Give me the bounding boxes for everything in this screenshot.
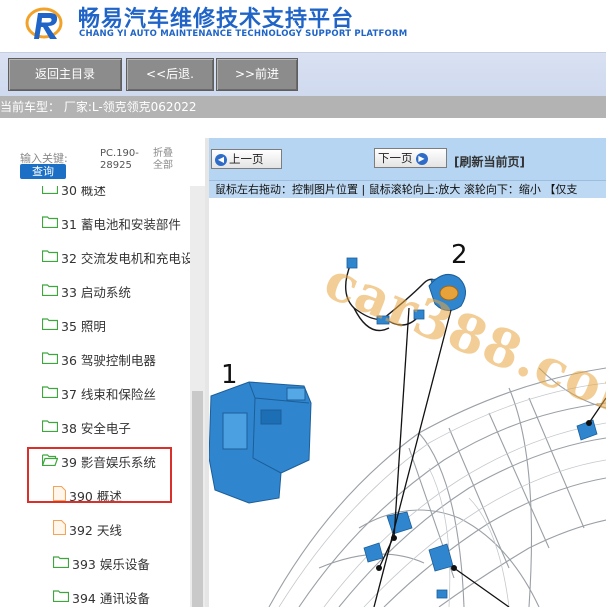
toolbar: 返回主目录 <<后退. >>前进 xyxy=(0,52,606,97)
component-diagram xyxy=(209,257,606,607)
tree-item-32[interactable]: 32 交流发电机和充电设 xyxy=(0,240,190,274)
folder-icon xyxy=(41,419,59,435)
next-page-label: 下一页 xyxy=(378,151,413,165)
r-logo-icon xyxy=(25,7,63,39)
tree-item-392[interactable]: 392 天线 xyxy=(0,512,190,546)
arrow-left-icon: ◀ xyxy=(215,153,227,166)
tree-item-35[interactable]: 35 照明 xyxy=(0,308,190,342)
tree-item-label: 32 交流发电机和充电设 xyxy=(61,250,190,266)
search-button[interactable]: 查询 xyxy=(20,164,66,179)
folder-icon xyxy=(52,589,70,605)
tree-scrollbar[interactable] xyxy=(190,186,205,607)
current-vehicle-info: 当前车型： 厂家:L-领克领克062022 xyxy=(0,96,606,118)
tree-item-label: 30 概述 xyxy=(61,186,106,198)
selection-highlight-box xyxy=(27,447,172,503)
catalog-tree: 30 概述 31 蓄电池和安装部件 32 交流发电机和充电设 33 启动系统 3… xyxy=(0,186,190,607)
usage-hint: 鼠标左右拖动：控制图片位置 | 鼠标滚轮向上:放大 滚轮向下：缩小 【仅支 xyxy=(209,180,606,198)
collapse-all-link[interactable]: 折叠全部 xyxy=(153,148,181,172)
tree-item-label: 33 启动系统 xyxy=(61,284,131,300)
tree-item-label: 394 通讯设备 xyxy=(72,590,150,606)
header: 畅易汽车维修技术支持平台 CHANG YI AUTO MAINTENANCE T… xyxy=(0,0,606,52)
tree-item-label: 31 蓄电池和安装部件 xyxy=(61,216,181,232)
prev-page-button[interactable]: ◀ 上一页 xyxy=(211,149,282,169)
refresh-page-link[interactable]: [刷新当前页] xyxy=(454,153,525,170)
module-1 xyxy=(209,381,312,504)
folder-icon xyxy=(41,385,59,401)
callout-1: 1 xyxy=(221,360,238,390)
home-button[interactable]: 返回主目录 xyxy=(8,58,122,91)
tree-list: 30 概述 31 蓄电池和安装部件 32 交流发电机和充电设 33 启动系统 3… xyxy=(0,186,190,607)
tree-item-label: 38 安全电子 xyxy=(61,420,131,436)
app-subtitle: CHANG YI AUTO MAINTENANCE TECHNOLOGY SUP… xyxy=(79,29,408,39)
tree-item-30[interactable]: 30 概述 xyxy=(0,186,190,206)
tree-item-31[interactable]: 31 蓄电池和安装部件 xyxy=(0,206,190,240)
tree-item-394[interactable]: 394 通讯设备 xyxy=(0,580,190,607)
scrollbar-thumb[interactable] xyxy=(192,391,203,607)
diagram-viewer[interactable]: 1 2 car388.com xyxy=(209,198,606,607)
tree-item-label: 393 娱乐设备 xyxy=(72,556,150,572)
folder-icon xyxy=(41,249,59,265)
pager-bar: ◀ 上一页 下一页 ▶ [刷新当前页] xyxy=(209,138,606,180)
arrow-right-icon: ▶ xyxy=(415,152,428,165)
callout-2: 2 xyxy=(451,240,468,270)
document-icon xyxy=(52,519,67,538)
back-button[interactable]: <<后退. xyxy=(126,58,214,91)
tree-item-label: 36 驾驶控制电器 xyxy=(61,352,156,368)
folder-icon xyxy=(52,555,70,571)
prev-page-label: 上一页 xyxy=(229,152,264,166)
tree-item-36[interactable]: 36 驾驶控制电器 xyxy=(0,342,190,376)
catalog-pane: 输入关键: 查询 PC.190-28925 折叠全部 30 概述 31 蓄电池和… xyxy=(0,138,205,607)
tree-item-label: 392 天线 xyxy=(69,522,122,538)
folder-icon xyxy=(41,351,59,367)
forward-button[interactable]: >>前进 xyxy=(216,58,298,91)
tree-item-38[interactable]: 38 安全电子 xyxy=(0,410,190,444)
tree-item-label: 35 照明 xyxy=(61,318,106,334)
folder-icon xyxy=(41,283,59,299)
pc-code: PC.190-28925 xyxy=(100,148,139,171)
tree-item-393[interactable]: 393 娱乐设备 xyxy=(0,546,190,580)
folder-icon xyxy=(41,215,59,231)
tree-item-37[interactable]: 37 线束和保险丝 xyxy=(0,376,190,410)
tree-item-label: 37 线束和保险丝 xyxy=(61,386,156,402)
tree-item-33[interactable]: 33 启动系统 xyxy=(0,274,190,308)
next-page-button[interactable]: 下一页 ▶ xyxy=(374,148,447,168)
folder-icon xyxy=(41,186,59,197)
folder-icon xyxy=(41,317,59,333)
